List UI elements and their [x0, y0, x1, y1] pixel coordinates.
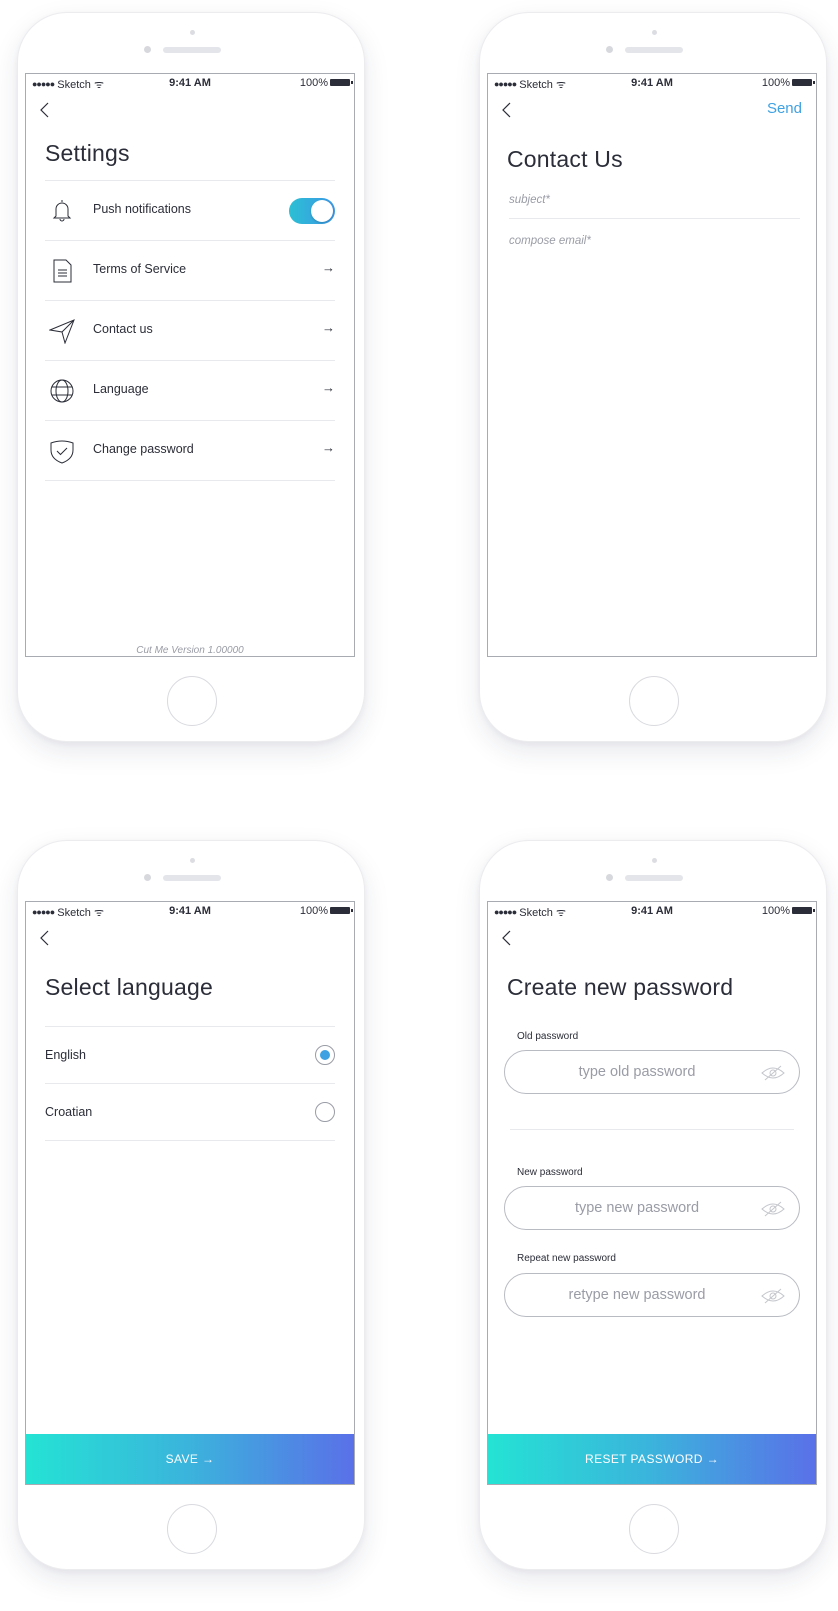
repeat-password-label: Repeat new password: [517, 1253, 616, 1264]
arrow-right-icon: →: [322, 380, 335, 395]
new-password-label: New password: [517, 1167, 583, 1178]
settings-row-label: Change password: [93, 442, 194, 456]
repeat-password-field[interactable]: retype new password: [504, 1273, 800, 1317]
camera-dot: [190, 30, 195, 35]
compose-email-textarea[interactable]: compose email*: [509, 235, 591, 247]
home-button[interactable]: [629, 1504, 679, 1554]
battery-percent: 100%: [299, 77, 328, 89]
radio-dot: [320, 1050, 330, 1060]
new-password-field[interactable]: type new password: [504, 1186, 800, 1230]
earpiece-speaker: [163, 875, 221, 881]
language-option-english[interactable]: English: [45, 1027, 335, 1084]
settings-row-label: Terms of Service: [93, 262, 187, 276]
arrow-right-icon: →: [322, 320, 335, 335]
password-screen: ●●●●● Sketch ᯤ 9:41 AM 100% Create new p…: [487, 901, 817, 1485]
camera-dot: [652, 858, 657, 863]
subject-input[interactable]: subject*: [509, 194, 550, 206]
eye-slash-icon[interactable]: [761, 1287, 785, 1305]
settings-screen: ●●●●● Sketch ᯤ 9:41 AM 100% Settings Pus…: [25, 73, 355, 657]
old-password-label: Old password: [517, 1031, 579, 1042]
document-icon: [53, 259, 72, 283]
old-password-placeholder: type old password: [578, 1064, 696, 1080]
status-bar: ●●●●● Sketch ᯤ 9:41 AM 100%: [488, 904, 816, 920]
settings-row-label: Language: [93, 382, 149, 396]
globe-icon: [50, 379, 74, 403]
shield-icon: [50, 440, 74, 464]
toggle-knob: [311, 200, 333, 222]
battery-icon: [330, 907, 353, 914]
app-version: Cut Me Version 1.00000: [136, 645, 244, 656]
settings-row-terms-of-service[interactable]: Terms of Service →: [45, 241, 335, 301]
camera-dot: [652, 30, 657, 35]
back-chevron-icon[interactable]: [500, 101, 514, 119]
battery-icon: [792, 79, 815, 86]
push-notifications-toggle[interactable]: [289, 198, 335, 224]
battery-percent: 100%: [761, 905, 790, 917]
send-button[interactable]: Send: [767, 100, 802, 117]
phone-select-language: ●●●●● Sketch ᯤ 9:41 AM 100% Select langu…: [17, 840, 365, 1570]
page-title: Contact Us: [507, 146, 623, 172]
page-title: Select language: [45, 974, 213, 1000]
battery-icon: [792, 907, 815, 914]
arrow-right-icon: →: [322, 260, 335, 275]
settings-row-change-password[interactable]: Change password →: [45, 421, 335, 481]
settings-row-language[interactable]: Language →: [45, 361, 335, 421]
battery-icon: [330, 79, 353, 86]
phone-contact-us: ●●●●● Sketch ᯤ 9:41 AM 100% Send Contact…: [479, 12, 827, 742]
phone-create-password: ●●●●● Sketch ᯤ 9:41 AM 100% Create new p…: [479, 840, 827, 1570]
earpiece-speaker: [163, 47, 221, 53]
front-sensor: [606, 46, 613, 53]
home-button[interactable]: [167, 1504, 217, 1554]
settings-row-label: Push notifications: [93, 202, 191, 216]
settings-row-label: Contact us: [93, 322, 153, 336]
page-title: Settings: [45, 140, 130, 166]
eye-slash-icon[interactable]: [761, 1064, 785, 1082]
repeat-password-placeholder: retype new password: [568, 1287, 706, 1303]
back-chevron-icon[interactable]: [38, 929, 52, 947]
status-bar: ●●●●● Sketch ᯤ 9:41 AM 100%: [488, 76, 816, 92]
back-chevron-icon[interactable]: [500, 929, 514, 947]
home-button[interactable]: [629, 676, 679, 726]
settings-row-contact-us[interactable]: Contact us →: [45, 301, 335, 361]
front-sensor: [144, 46, 151, 53]
phone-settings: ●●●●● Sketch ᯤ 9:41 AM 100% Settings Pus…: [17, 12, 365, 742]
front-sensor: [144, 874, 151, 881]
bell-icon: [52, 200, 72, 222]
save-button[interactable]: SAVE →: [26, 1434, 354, 1484]
old-password-field[interactable]: type old password: [504, 1050, 800, 1094]
home-button[interactable]: [167, 676, 217, 726]
language-radio-selected[interactable]: [315, 1045, 335, 1065]
back-chevron-icon[interactable]: [38, 101, 52, 119]
arrow-right-icon: →: [322, 440, 335, 455]
contact-screen: ●●●●● Sketch ᯤ 9:41 AM 100% Send Contact…: [487, 73, 817, 657]
subject-underline: [509, 218, 800, 219]
camera-dot: [190, 858, 195, 863]
divider: [510, 1129, 794, 1130]
settings-row-push-notifications[interactable]: Push notifications: [45, 181, 335, 241]
earpiece-speaker: [625, 47, 683, 53]
status-bar: ●●●●● Sketch ᯤ 9:41 AM 100%: [26, 76, 354, 92]
eye-slash-icon[interactable]: [761, 1200, 785, 1218]
language-radio[interactable]: [315, 1102, 335, 1122]
battery-percent: 100%: [761, 77, 790, 89]
reset-password-button[interactable]: RESET PASSWORD →: [488, 1434, 816, 1484]
language-option-croatian[interactable]: Croatian: [45, 1084, 335, 1141]
paper-plane-icon: [49, 319, 75, 344]
page-title: Create new password: [507, 974, 734, 1000]
battery-percent: 100%: [299, 905, 328, 917]
earpiece-speaker: [625, 875, 683, 881]
front-sensor: [606, 874, 613, 881]
new-password-placeholder: type new password: [574, 1200, 700, 1216]
language-option-label: Croatian: [45, 1105, 93, 1119]
status-bar: ●●●●● Sketch ᯤ 9:41 AM 100%: [26, 904, 354, 920]
language-screen: ●●●●● Sketch ᯤ 9:41 AM 100% Select langu…: [25, 901, 355, 1485]
language-option-label: English: [45, 1048, 86, 1062]
